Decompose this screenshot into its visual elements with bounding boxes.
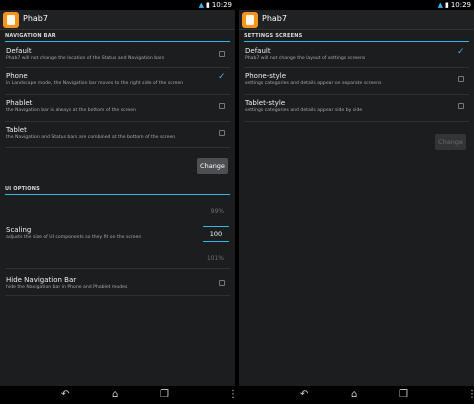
settings-option-default[interactable]: Default Phab7 will not change the layout… [244, 47, 469, 68]
app-icon[interactable] [3, 12, 19, 28]
status-bar: ▲ ▮ 10:29 [239, 0, 474, 10]
overflow-menu-icon[interactable]: ⋮ [228, 388, 235, 402]
wifi-icon: ▲ [437, 1, 443, 9]
option-title: Phone [6, 72, 28, 80]
option-summary: Phab7 will not change the layout of sett… [245, 56, 366, 61]
settings-option-phone-style[interactable]: Phone-style settings categories and deta… [244, 72, 469, 95]
action-bar: Phab7 [239, 10, 474, 30]
option-title: Phone-style [245, 72, 286, 80]
nav-option-phone[interactable]: Phone in Landscape mode, the Navigation … [5, 72, 230, 95]
nav-option-tablet[interactable]: Tablet the Navigation and Status bars ar… [5, 126, 230, 148]
app-title: Phab7 [262, 14, 287, 23]
option-summary: settings categories and details appear o… [245, 81, 382, 86]
option-title: Scaling [6, 226, 32, 234]
option-summary: in Landscape mode, the Navigation bar mo… [6, 81, 184, 86]
nav-option-default[interactable]: Default Phab7 will not change the locati… [5, 47, 230, 68]
action-bar: Phab7 [0, 10, 235, 30]
status-bar: ▲ ▮ 10:29 [0, 0, 235, 10]
divider [5, 268, 230, 269]
option-title: Tablet-style [245, 99, 286, 107]
home-icon[interactable]: ⌂ [112, 388, 118, 402]
recent-apps-icon[interactable]: ❐ [399, 388, 408, 402]
option-summary: Phab7 will not change the location of th… [6, 56, 165, 61]
scaling-next-value[interactable]: 101% [207, 255, 224, 262]
option-summary: settings categories and details appear s… [245, 108, 363, 113]
back-icon[interactable]: ↶ [61, 388, 69, 402]
option-checkbox-checked[interactable] [218, 72, 226, 82]
app-title: Phab7 [23, 14, 48, 23]
hide-nav-checkbox[interactable] [219, 280, 225, 286]
overflow-menu-icon[interactable]: ⋮ [467, 388, 474, 402]
option-checkbox[interactable] [219, 51, 225, 57]
app-icon[interactable] [242, 12, 258, 28]
battery-icon: ▮ [205, 1, 210, 9]
option-title: Hide Navigation Bar [6, 276, 77, 284]
option-checkbox[interactable] [219, 103, 225, 109]
recent-apps-icon[interactable]: ❐ [160, 388, 169, 402]
option-checkbox-checked[interactable] [457, 47, 465, 57]
option-title: Tablet [6, 126, 27, 134]
option-summary: the Navigation and Status bars are combi… [6, 135, 176, 140]
option-checkbox[interactable] [458, 103, 464, 109]
right-screen: ▲ ▮ 10:29 Phab7 SETTINGS SCREENS Default P… [239, 0, 474, 404]
scaling-pref: Scaling adjusts the size of UI component… [5, 226, 230, 256]
home-icon[interactable]: ⌂ [351, 388, 357, 402]
change-button-disabled[interactable]: Change [435, 134, 466, 150]
navigation-bar: ↶ ⌂ ❐ ⋮ [239, 386, 474, 404]
left-screen: ▲ ▮ 10:29 Phab7 NAVIGATION BAR Default Pha… [0, 0, 235, 404]
scaling-number-picker[interactable]: 100 [203, 226, 229, 242]
back-icon[interactable]: ↶ [300, 388, 308, 402]
hide-navigation-bar-pref[interactable]: Hide Navigation Bar hide the Navigation … [5, 276, 230, 296]
status-clock: 10:29 [211, 1, 232, 9]
option-title: Phablet [6, 99, 33, 107]
nav-option-phablet[interactable]: Phablet the Navigation bar is always at … [5, 99, 230, 122]
navigation-bar: ↶ ⌂ ❐ ⋮ [0, 386, 235, 404]
option-summary: hide the Navigation bar in Phone and Pha… [6, 285, 128, 290]
settings-option-tablet-style[interactable]: Tablet-style settings categories and det… [244, 99, 469, 122]
category-ui-options: UI OPTIONS [5, 186, 230, 195]
scaling-prev-value[interactable]: 99% [211, 208, 224, 215]
option-checkbox[interactable] [219, 130, 225, 136]
status-clock: 10:29 [450, 1, 471, 9]
option-title: Default [245, 47, 271, 55]
change-button[interactable]: Change [197, 158, 228, 174]
category-settings-screens: SETTINGS SCREENS [244, 33, 469, 42]
wifi-icon: ▲ [198, 1, 204, 9]
battery-icon: ▮ [444, 1, 449, 9]
option-summary: the Navigation bar is always at the bott… [6, 108, 136, 113]
option-title: Default [6, 47, 32, 55]
category-navigation-bar: NAVIGATION BAR [5, 33, 230, 42]
option-summary: adjusts the size of UI components so the… [6, 235, 142, 240]
option-checkbox[interactable] [458, 76, 464, 82]
